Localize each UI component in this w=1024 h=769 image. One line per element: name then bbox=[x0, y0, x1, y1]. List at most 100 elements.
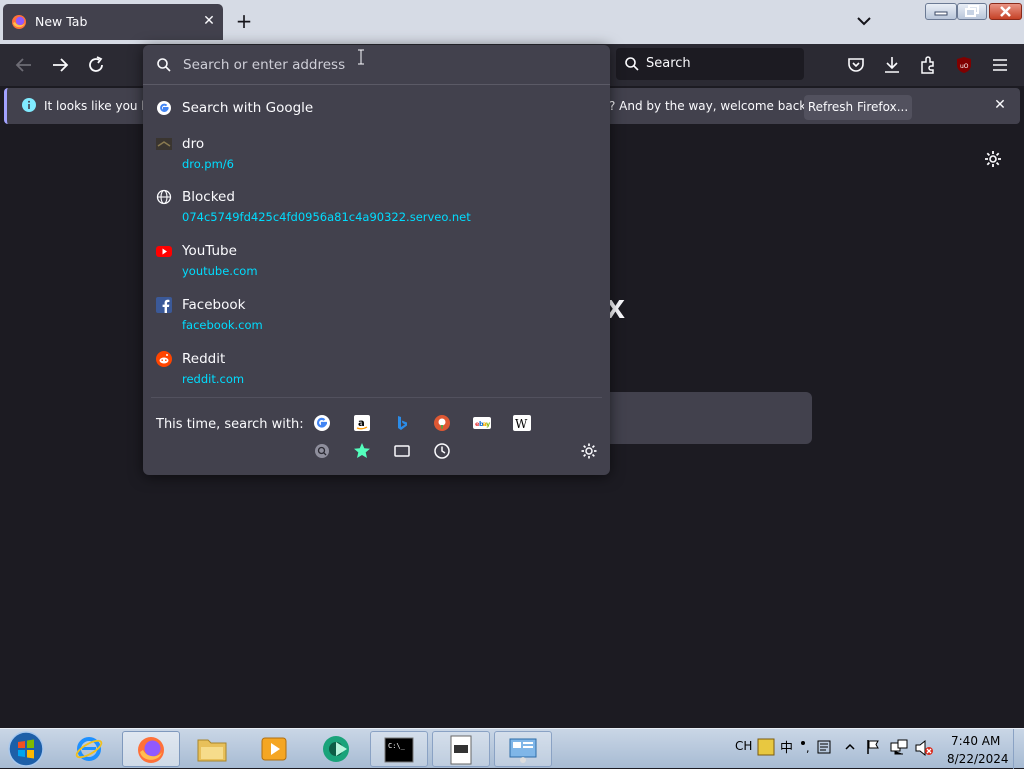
google-icon[interactable] bbox=[312, 413, 332, 433]
text-cursor-icon bbox=[358, 49, 364, 65]
urlbar-result-title: Blocked bbox=[182, 189, 235, 205]
svg-text:中: 中 bbox=[780, 741, 793, 756]
chevron-down-icon[interactable] bbox=[855, 10, 873, 32]
bookmarks-icon[interactable] bbox=[352, 441, 372, 461]
divider bbox=[151, 397, 602, 398]
gear-icon[interactable] bbox=[983, 149, 1003, 169]
duckduckgo-icon[interactable] bbox=[432, 413, 452, 433]
notification-text: It looks like you ha bbox=[44, 99, 157, 113]
urlbar-dropdown: Search with Google dro dro.pm/6 Blocked … bbox=[143, 45, 610, 475]
taskbar-app-green[interactable] bbox=[308, 731, 366, 767]
tab-new-tab[interactable]: New Tab ✕ bbox=[3, 4, 223, 40]
notification-close-icon[interactable]: ✕ bbox=[992, 97, 1008, 113]
taskbar-command-prompt[interactable]: C:\_ bbox=[370, 731, 428, 767]
internet-explorer-icon bbox=[75, 737, 103, 761]
window-minimize-button[interactable] bbox=[925, 3, 957, 20]
bing-icon[interactable] bbox=[392, 413, 412, 433]
chevron-up-icon[interactable] bbox=[844, 742, 856, 752]
history-icon[interactable] bbox=[432, 441, 452, 461]
amazon-icon[interactable]: a bbox=[352, 413, 372, 433]
window-restore-button[interactable] bbox=[957, 3, 987, 20]
urlbar-result-dro[interactable]: dro dro.pm/6 bbox=[143, 132, 610, 174]
restore-icon bbox=[965, 5, 979, 17]
app-icon bbox=[323, 736, 349, 762]
urlbar-result-title: Search with Google bbox=[182, 100, 314, 116]
tab-title: New Tab bbox=[35, 14, 88, 29]
urlbar-result-title: YouTube bbox=[182, 243, 237, 259]
wikipedia-icon[interactable]: W bbox=[512, 413, 532, 433]
reload-icon[interactable] bbox=[85, 54, 107, 76]
new-tab-button[interactable]: + bbox=[234, 10, 254, 32]
volume-muted-icon[interactable] bbox=[914, 739, 934, 757]
info-icon bbox=[22, 98, 36, 112]
reddit-icon bbox=[156, 351, 172, 367]
network-icon[interactable] bbox=[890, 739, 908, 755]
facebook-icon bbox=[156, 297, 172, 313]
forward-arrow-icon[interactable] bbox=[49, 54, 71, 76]
address-input[interactable] bbox=[181, 55, 581, 75]
svg-text:W: W bbox=[515, 417, 528, 431]
urlbar-result-url[interactable]: dro.pm/6 bbox=[182, 157, 234, 171]
input-method-icons[interactable]: 中 , bbox=[756, 737, 856, 757]
extensions-icon[interactable] bbox=[917, 54, 939, 76]
window-close-button[interactable] bbox=[989, 3, 1022, 20]
document-icon bbox=[450, 735, 472, 765]
taskbar: C:\_ CH 中 , 7:40 AM 8/22/2024 bbox=[0, 728, 1024, 769]
google-icon bbox=[157, 101, 171, 115]
urlbar-result-title: Reddit bbox=[182, 351, 226, 367]
back-arrow-icon[interactable] bbox=[13, 54, 35, 76]
globe-icon bbox=[156, 189, 172, 205]
tab-close-icon[interactable]: ✕ bbox=[200, 12, 218, 30]
ebay-icon[interactable]: e b a y bbox=[472, 413, 492, 433]
svg-text:a: a bbox=[358, 418, 365, 429]
taskbar-internet-explorer[interactable] bbox=[60, 731, 118, 767]
urlbar-result-reddit[interactable]: Reddit reddit.com bbox=[143, 347, 610, 389]
urlbar-result-facebook[interactable]: Facebook facebook.com bbox=[143, 293, 610, 335]
urlbar-result-url[interactable]: facebook.com bbox=[182, 318, 263, 332]
urlbar-result-youtube[interactable]: YouTube youtube.com bbox=[143, 239, 610, 281]
action-center-flag-icon[interactable] bbox=[865, 739, 881, 755]
youtube-icon bbox=[156, 246, 172, 257]
search-bar-placeholder: Search bbox=[646, 56, 691, 71]
taskbar-control-panel[interactable] bbox=[494, 731, 552, 767]
urlbar-result-search-google[interactable]: Search with Google bbox=[143, 93, 610, 123]
search-icon bbox=[625, 57, 639, 71]
urlbar-result-title: dro bbox=[182, 136, 205, 152]
refresh-firefox-button[interactable]: Refresh Firefox... bbox=[804, 95, 912, 120]
ublock-origin-icon[interactable]: uO bbox=[953, 54, 975, 76]
urlbar-result-blocked[interactable]: Blocked 074c5749fd425c4fd0956a81c4a90322… bbox=[143, 185, 610, 227]
pocket-icon[interactable] bbox=[845, 54, 867, 76]
site-favicon-icon bbox=[156, 138, 172, 150]
taskbar-file-explorer[interactable] bbox=[184, 731, 242, 767]
urlbar-result-url[interactable]: 074c5749fd425c4fd0956a81c4a90322.serveo.… bbox=[182, 210, 471, 224]
svg-text:,: , bbox=[806, 742, 810, 755]
minimize-icon bbox=[934, 11, 948, 16]
page-search-box[interactable] bbox=[600, 392, 812, 444]
urlbar-result-url[interactable]: reddit.com bbox=[182, 372, 244, 386]
tab-strip: New Tab ✕ + bbox=[0, 0, 1024, 44]
search-bar[interactable] bbox=[616, 48, 804, 80]
control-panel-icon bbox=[509, 738, 537, 763]
language-indicator[interactable]: CH bbox=[735, 739, 752, 753]
urlbar-result-url[interactable]: youtube.com bbox=[182, 264, 258, 278]
notification-text-continued: ? And by the way, welcome back! bbox=[609, 99, 812, 113]
urlbar[interactable] bbox=[143, 45, 610, 85]
clock-date[interactable]: 8/22/2024 bbox=[947, 752, 1009, 766]
taskbar-document[interactable] bbox=[432, 731, 490, 767]
search-tabs-icon[interactable] bbox=[312, 441, 332, 461]
download-icon[interactable] bbox=[881, 54, 903, 76]
urlbar-result-title: Facebook bbox=[182, 297, 246, 313]
gear-icon[interactable] bbox=[579, 441, 599, 461]
menu-icon[interactable] bbox=[989, 54, 1011, 76]
taskbar-media-player[interactable] bbox=[246, 731, 304, 767]
close-icon bbox=[1000, 6, 1011, 17]
show-desktop-button[interactable] bbox=[1013, 729, 1024, 769]
tabs-icon[interactable] bbox=[392, 441, 412, 461]
svg-text:uO: uO bbox=[960, 63, 969, 70]
firefox-icon bbox=[12, 15, 26, 29]
start-button-icon[interactable] bbox=[6, 730, 46, 768]
taskbar-firefox[interactable] bbox=[122, 731, 180, 767]
clock-time[interactable]: 7:40 AM bbox=[951, 734, 1000, 748]
search-icon bbox=[157, 58, 171, 72]
media-player-icon bbox=[261, 737, 287, 761]
